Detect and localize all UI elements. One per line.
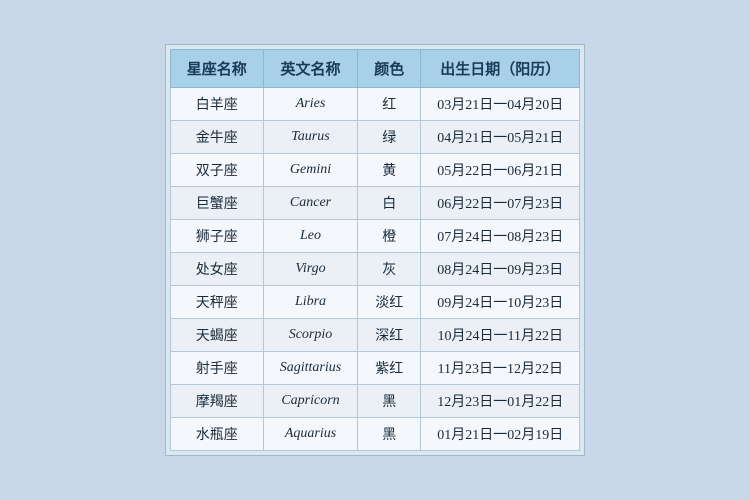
cell-chinese-name: 天秤座	[170, 286, 263, 319]
cell-chinese-name: 摩羯座	[170, 385, 263, 418]
cell-dates: 05月22日一06月21日	[421, 154, 580, 187]
cell-english-name: Aquarius	[263, 418, 357, 451]
cell-english-name: Leo	[263, 220, 357, 253]
cell-chinese-name: 射手座	[170, 352, 263, 385]
header-chinese-name: 星座名称	[170, 50, 263, 88]
header-english-name: 英文名称	[263, 50, 357, 88]
table-row: 白羊座Aries红03月21日一04月20日	[170, 88, 580, 121]
cell-english-name: Virgo	[263, 253, 357, 286]
table-row: 双子座Gemini黄05月22日一06月21日	[170, 154, 580, 187]
cell-dates: 06月22日一07月23日	[421, 187, 580, 220]
cell-english-name: Taurus	[263, 121, 357, 154]
cell-dates: 08月24日一09月23日	[421, 253, 580, 286]
cell-chinese-name: 巨蟹座	[170, 187, 263, 220]
cell-chinese-name: 白羊座	[170, 88, 263, 121]
header-dates: 出生日期（阳历）	[421, 50, 580, 88]
cell-english-name: Cancer	[263, 187, 357, 220]
table-header-row: 星座名称 英文名称 颜色 出生日期（阳历）	[170, 50, 580, 88]
cell-dates: 07月24日一08月23日	[421, 220, 580, 253]
cell-english-name: Scorpio	[263, 319, 357, 352]
cell-english-name: Sagittarius	[263, 352, 357, 385]
cell-chinese-name: 双子座	[170, 154, 263, 187]
cell-color: 黑	[358, 385, 421, 418]
cell-english-name: Libra	[263, 286, 357, 319]
cell-color: 黄	[358, 154, 421, 187]
cell-chinese-name: 金牛座	[170, 121, 263, 154]
cell-chinese-name: 狮子座	[170, 220, 263, 253]
cell-dates: 04月21日一05月21日	[421, 121, 580, 154]
cell-color: 黑	[358, 418, 421, 451]
table-row: 水瓶座Aquarius黑01月21日一02月19日	[170, 418, 580, 451]
table-row: 射手座Sagittarius紫红11月23日一12月22日	[170, 352, 580, 385]
zodiac-table: 星座名称 英文名称 颜色 出生日期（阳历） 白羊座Aries红03月21日一04…	[170, 49, 581, 451]
cell-color: 淡红	[358, 286, 421, 319]
cell-color: 绿	[358, 121, 421, 154]
cell-color: 红	[358, 88, 421, 121]
table-row: 金牛座Taurus绿04月21日一05月21日	[170, 121, 580, 154]
table-row: 狮子座Leo橙07月24日一08月23日	[170, 220, 580, 253]
cell-english-name: Capricorn	[263, 385, 357, 418]
cell-english-name: Aries	[263, 88, 357, 121]
cell-english-name: Gemini	[263, 154, 357, 187]
table-row: 处女座Virgo灰08月24日一09月23日	[170, 253, 580, 286]
zodiac-table-container: 星座名称 英文名称 颜色 出生日期（阳历） 白羊座Aries红03月21日一04…	[165, 44, 586, 456]
cell-color: 白	[358, 187, 421, 220]
cell-dates: 01月21日一02月19日	[421, 418, 580, 451]
table-row: 天蝎座Scorpio深红10月24日一11月22日	[170, 319, 580, 352]
cell-color: 深红	[358, 319, 421, 352]
cell-dates: 03月21日一04月20日	[421, 88, 580, 121]
table-row: 天秤座Libra淡红09月24日一10月23日	[170, 286, 580, 319]
table-body: 白羊座Aries红03月21日一04月20日金牛座Taurus绿04月21日一0…	[170, 88, 580, 451]
cell-chinese-name: 水瓶座	[170, 418, 263, 451]
cell-color: 灰	[358, 253, 421, 286]
cell-dates: 11月23日一12月22日	[421, 352, 580, 385]
cell-chinese-name: 处女座	[170, 253, 263, 286]
table-row: 摩羯座Capricorn黑12月23日一01月22日	[170, 385, 580, 418]
cell-dates: 12月23日一01月22日	[421, 385, 580, 418]
cell-color: 紫红	[358, 352, 421, 385]
cell-chinese-name: 天蝎座	[170, 319, 263, 352]
cell-dates: 10月24日一11月22日	[421, 319, 580, 352]
cell-color: 橙	[358, 220, 421, 253]
cell-dates: 09月24日一10月23日	[421, 286, 580, 319]
header-color: 颜色	[358, 50, 421, 88]
table-row: 巨蟹座Cancer白06月22日一07月23日	[170, 187, 580, 220]
